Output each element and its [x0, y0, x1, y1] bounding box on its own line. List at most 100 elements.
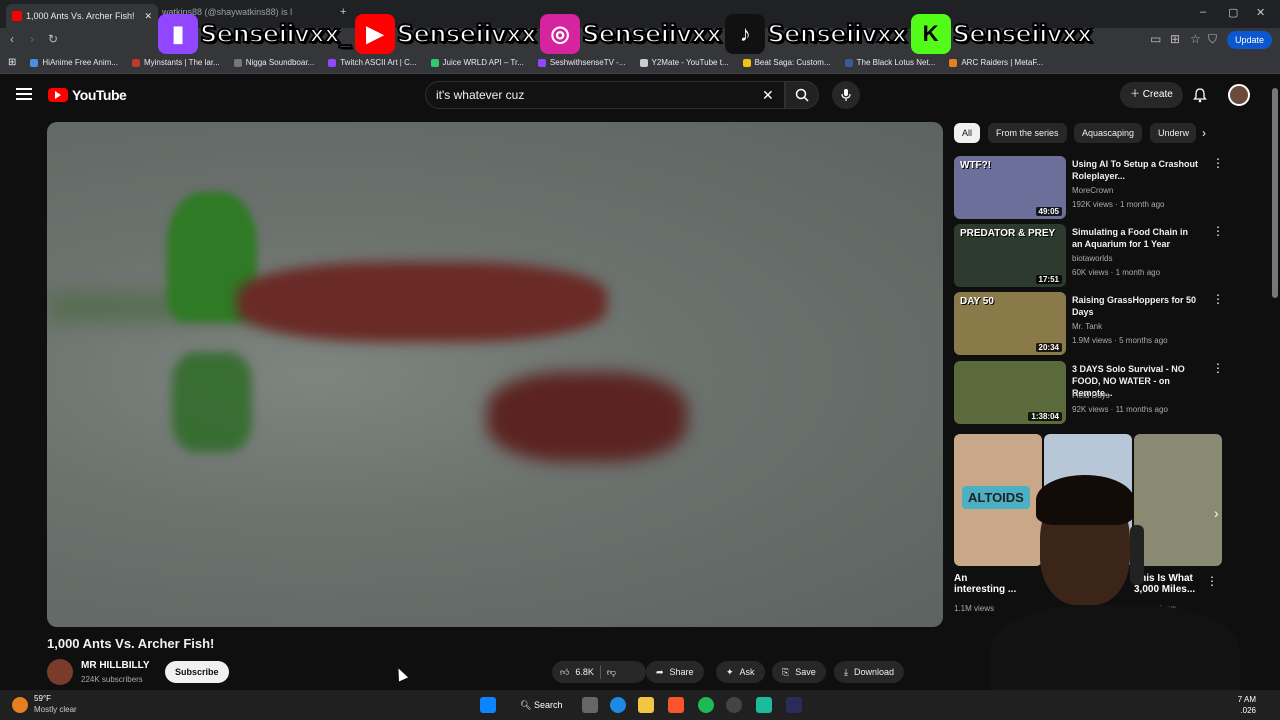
clock-time: 7 AM — [1237, 695, 1256, 704]
taskbar-search[interactable]: 🔍︎ Search — [512, 696, 570, 714]
bookmark-item[interactable]: HiAnime Free Anim... — [30, 58, 118, 67]
channel-name[interactable]: MoreCrown — [1072, 186, 1113, 195]
recommended-video[interactable]: DAY 50 20:34 Raising GrassHoppers for 50 D… — [954, 292, 1234, 356]
bookmark-item[interactable]: The Black Lotus Net... — [844, 58, 935, 67]
headphones — [1130, 525, 1144, 585]
clock[interactable]: 7 AM .026 — [1238, 694, 1256, 716]
tab-active[interactable]: 1,000 Ants Vs. Archer Fish! ✕ — [6, 4, 158, 28]
filter-chip[interactable]: All — [954, 123, 981, 143]
share-label: Share — [669, 667, 694, 677]
maximize-icon[interactable]: ▢ — [1228, 6, 1238, 19]
grid-icon[interactable]: ⊞ — [1170, 32, 1180, 46]
video-thumbnail[interactable]: 1:38:04 — [954, 361, 1066, 424]
more-options-icon[interactable]: ⋮ — [1212, 292, 1224, 306]
ask-button[interactable]: ✦ Ask — [716, 661, 765, 683]
back-icon[interactable]: ‹ — [10, 32, 14, 46]
reload-icon[interactable]: ↻ — [48, 32, 58, 46]
social-handle: ▶ Senseiivxx — [354, 14, 538, 54]
more-options-icon[interactable]: ⋮ — [1212, 224, 1224, 238]
download-label: Download — [853, 667, 895, 677]
bookmark-favicon-icon — [430, 58, 439, 67]
weather-icon[interactable] — [12, 697, 28, 713]
bookmark-favicon-icon — [844, 58, 853, 67]
scrollbar-thumb[interactable] — [1272, 88, 1278, 298]
filter-chip[interactable]: From the series — [988, 123, 1067, 143]
notifications-bell-icon[interactable] — [1192, 87, 1208, 103]
close-tab-icon[interactable]: ✕ — [144, 11, 152, 22]
obs-icon[interactable] — [726, 697, 742, 713]
create-button[interactable]: ＋ Create — [1120, 82, 1183, 108]
recommended-video[interactable]: PREDATOR & PREY 17:51 Simulating a Food Ch… — [954, 224, 1234, 288]
short-views: 1.1M views — [954, 604, 995, 613]
menu-icon[interactable] — [16, 88, 32, 100]
more-options-icon[interactable]: ⋮ — [1212, 361, 1224, 375]
bookmark-item[interactable]: Juice WRLD API – Tr... — [430, 58, 524, 67]
channel-name[interactable]: MR HILLBILLY — [81, 660, 150, 671]
video-thumbnail[interactable]: DAY 50 20:34 — [954, 292, 1066, 355]
share-button[interactable]: ➦ Share — [646, 661, 704, 683]
windows-taskbar: 59°F Mostly clear 🔍︎ Search 7 AM .026 — [0, 690, 1280, 720]
bookmark-item[interactable]: ARC Raiders | MetaF... — [949, 58, 1043, 67]
video-thumbnail[interactable]: PREDATOR & PREY 17:51 — [954, 224, 1066, 287]
page-scrollbar[interactable] — [1270, 78, 1280, 690]
bookmark-label: Twitch ASCII Art | C... — [340, 58, 417, 67]
recommended-video[interactable]: 1:38:04 3 DAYS Solo Survival - NO FOOD, N… — [954, 361, 1234, 425]
app-icon[interactable] — [756, 697, 772, 713]
video-frame-reflection — [172, 352, 252, 452]
channel-name[interactable]: Field Days — [1072, 391, 1110, 400]
task-view-icon[interactable] — [582, 697, 598, 713]
video-title[interactable]: Using AI To Setup a Crashout Roleplayer.… — [1072, 158, 1200, 182]
channel-avatar[interactable] — [47, 659, 73, 685]
youtube-logo-text: YouTube — [72, 87, 127, 103]
channel-name[interactable]: biotaworlds — [1072, 254, 1112, 263]
bookmark-item[interactable]: Twitch ASCII Art | C... — [328, 58, 417, 67]
bookmark-item[interactable]: Nigga Soundboar... — [233, 58, 314, 67]
bookmark-item[interactable]: SeshwithsenseTV -... — [537, 58, 626, 67]
tab-search-icon[interactable]: ▭ — [1150, 32, 1161, 46]
shield-icon[interactable]: ⛉ — [1208, 32, 1217, 47]
filter-chip[interactable]: Underw — [1150, 123, 1196, 143]
bookmark-favicon-icon — [639, 58, 648, 67]
app-icon-2[interactable] — [786, 697, 802, 713]
social-handle-text: Senseiivxx_ — [199, 19, 352, 49]
star-icon[interactable]: ☆ — [1190, 32, 1201, 46]
video-title[interactable]: Simulating a Food Chain in an Aquarium f… — [1072, 226, 1200, 250]
video-meta: 192K views · 1 month ago — [1072, 200, 1165, 209]
more-options-icon[interactable]: ⋮ — [1212, 156, 1224, 170]
bookmark-item[interactable]: Beat Saga: Custom... — [742, 58, 831, 67]
search-button[interactable] — [785, 81, 819, 109]
minimize-icon[interactable]: – — [1200, 6, 1206, 18]
video-player[interactable] — [47, 122, 943, 627]
bookmark-item[interactable]: Y2Mate - YouTube t... — [639, 58, 729, 67]
apps-grid-icon[interactable]: ⊞ — [8, 57, 16, 68]
download-button[interactable]: ⤓ Download — [834, 661, 905, 683]
like-button[interactable]: 👍︎ 6.8K — [560, 661, 594, 683]
mouse-cursor — [393, 666, 409, 682]
subscriber-count: 224K subscribers — [81, 675, 143, 684]
brave-icon[interactable] — [668, 697, 684, 713]
filter-chip[interactable]: Aquascaping — [1074, 123, 1143, 143]
close-window-icon[interactable]: ✕ — [1256, 6, 1265, 19]
clear-search-icon[interactable]: ✕ — [762, 87, 774, 104]
save-button[interactable]: ⎘ Save — [772, 661, 826, 683]
spotify-icon[interactable] — [698, 697, 714, 713]
video-title[interactable]: Raising GrassHoppers for 50 Days — [1072, 294, 1200, 318]
forward-icon[interactable]: › — [30, 32, 34, 46]
edge-icon[interactable] — [610, 697, 626, 713]
subscribe-button[interactable]: Subscribe — [165, 661, 229, 683]
channel-name[interactable]: Mr. Tank — [1072, 322, 1102, 331]
chevron-right-icon[interactable]: › — [1202, 126, 1206, 140]
update-button[interactable]: Update — [1226, 31, 1272, 49]
voice-search-button[interactable] — [832, 81, 860, 109]
microphone-icon — [841, 89, 851, 101]
search-input[interactable]: it's whatever cuz — [425, 81, 785, 109]
video-frame-ants — [237, 262, 607, 342]
youtube-logo[interactable]: YouTube — [48, 87, 127, 103]
file-explorer-icon[interactable] — [638, 697, 654, 713]
bookmark-item[interactable]: Myinstants | The lar... — [131, 58, 220, 67]
video-thumbnail[interactable]: WTF?! 49:05 — [954, 156, 1066, 219]
windows-start-icon[interactable] — [480, 697, 496, 713]
account-avatar[interactable] — [1228, 84, 1250, 106]
dislike-button[interactable]: 👎︎ — [607, 661, 616, 683]
recommended-video[interactable]: WTF?! 49:05 Using AI To Setup a Crashout R… — [954, 156, 1234, 220]
